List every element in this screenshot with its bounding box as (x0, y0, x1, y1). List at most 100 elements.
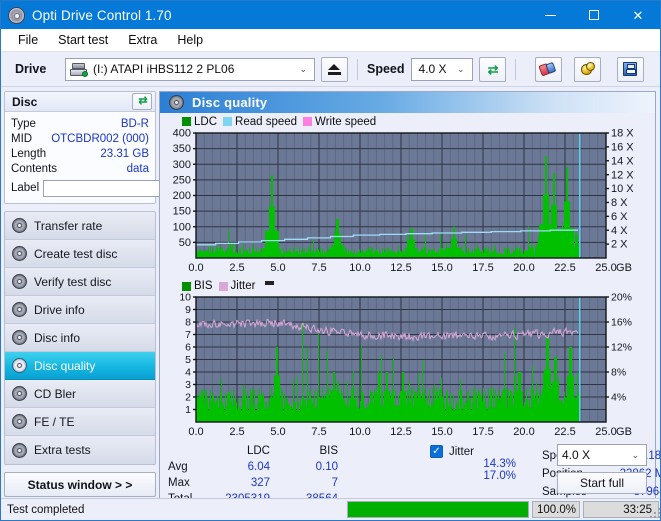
stats-header-bis: BIS (274, 443, 342, 459)
legend-swatch-write-speed (303, 117, 312, 126)
refresh-icon: ⇄ (138, 96, 145, 107)
window-controls: ✕ (528, 1, 660, 29)
svg-text:2.5: 2.5 (229, 262, 244, 274)
resize-grip[interactable] (650, 508, 660, 518)
svg-text:8 X: 8 X (611, 197, 628, 209)
nav-list: Transfer rate Create test disc Verify te… (4, 211, 156, 465)
disc-info-rows: Type BD-R MID OTCBDR002 (000) Length 23.… (5, 112, 155, 203)
svg-text:4: 4 (185, 367, 191, 379)
sidebar-item-disc-info[interactable]: Disc info (5, 324, 155, 352)
sidebar-label: CD Bler (34, 387, 76, 401)
tools-button[interactable] (574, 57, 601, 82)
test-speed-select[interactable]: 4.0 X ⌄ (557, 444, 647, 466)
progress-bar (347, 501, 529, 518)
svg-text:400: 400 (173, 129, 191, 140)
disc-quality-icon (12, 358, 27, 373)
svg-text:5.0: 5.0 (270, 262, 285, 274)
svg-text:350: 350 (173, 143, 191, 155)
legend-label-ldc: LDC (194, 116, 217, 128)
app-disc-icon (8, 7, 25, 24)
svg-text:7: 7 (185, 329, 191, 341)
svg-text:2: 2 (185, 392, 191, 404)
save-icon (623, 62, 637, 76)
disc-create-icon (12, 246, 27, 261)
legend-swatch-bis (182, 282, 191, 291)
speed-select[interactable]: 4.0 X ⌄ (411, 58, 473, 81)
jitter-max-value: 17.0% (430, 470, 516, 482)
disc-panel-header: Disc ⇄ (5, 92, 155, 112)
disc-row-type: Type BD-R (11, 116, 149, 131)
sidebar-item-cd-bler[interactable]: CD Bler (5, 380, 155, 408)
svg-text:2.5: 2.5 (229, 426, 244, 438)
close-button[interactable]: ✕ (616, 1, 660, 29)
eject-button[interactable] (321, 57, 348, 82)
sidebar-label: FE / TE (34, 415, 74, 429)
stats-row-label-avg: Avg (164, 459, 206, 475)
toolbar-divider (357, 59, 358, 80)
disc-transfer-icon (12, 218, 27, 233)
legend-label-bis: BIS (194, 280, 213, 292)
check-icon: ✓ (432, 447, 440, 457)
maximize-button[interactable] (572, 1, 616, 29)
sidebar-label: Disc quality (34, 359, 95, 373)
svg-text:25.0: 25.0 (595, 262, 616, 274)
sidebar-label: Disc info (34, 331, 80, 345)
drive-select[interactable]: (I:) ATAPI iHBS112 2 PL06 ⌄ (65, 58, 315, 81)
sidebar-label: Create test disc (34, 247, 117, 261)
status-window-button[interactable]: Status window > > (4, 472, 156, 497)
sidebar-item-extra-tests[interactable]: Extra tests (5, 436, 155, 464)
svg-text:GB: GB (616, 262, 632, 274)
svg-text:20.0: 20.0 (513, 262, 534, 274)
stats-row-label-max: Max (164, 475, 206, 491)
svg-text:10.0: 10.0 (349, 262, 370, 274)
disc-drive-info-icon (12, 302, 27, 317)
sidebar-item-transfer-rate[interactable]: Transfer rate (5, 212, 155, 240)
sidebar-item-fe-te[interactable]: FE / TE (5, 408, 155, 436)
chevron-down-icon: ⌄ (449, 65, 468, 74)
sidebar-item-drive-info[interactable]: Drive info (5, 296, 155, 324)
svg-text:25.0: 25.0 (595, 426, 616, 438)
svg-text:10: 10 (179, 293, 191, 304)
svg-text:12%: 12% (611, 342, 632, 354)
menu-start-test[interactable]: Start test (49, 31, 117, 49)
sidebar-label: Transfer rate (34, 219, 102, 233)
disc-mid-value: OTCBDR002 (000) (51, 133, 149, 145)
svg-text:2 X: 2 X (611, 239, 628, 251)
progress-fill (348, 502, 528, 517)
sidebar-item-verify-test-disc[interactable]: Verify test disc (5, 268, 155, 296)
svg-text:14 X: 14 X (611, 155, 634, 167)
disc-label-label: Label (11, 182, 39, 194)
eject-icon (328, 64, 341, 75)
jitter-avg-value: 14.3% (430, 458, 516, 470)
ldc-chart[interactable]: 501001502002503003504002 X4 X6 X8 X10 X1… (160, 129, 655, 277)
stats-avg-ldc: 6.04 (206, 459, 274, 475)
sidebar-label: Drive info (34, 303, 85, 317)
bis-jitter-chart[interactable]: 123456789104%8%12%16%20%0.02.55.07.510.0… (160, 293, 655, 441)
minimize-button[interactable] (528, 1, 572, 29)
table-row: Max 327 7 (164, 475, 342, 491)
sidebar: Disc ⇄ Type BD-R MID OTCBDR002 (000) Len… (1, 87, 159, 517)
menu-file[interactable]: File (9, 31, 47, 49)
start-full-button[interactable]: Start full (557, 472, 647, 494)
save-button[interactable] (617, 57, 644, 82)
refresh-speed-button[interactable]: ⇄ (479, 57, 506, 82)
sidebar-item-create-test-disc[interactable]: Create test disc (5, 240, 155, 268)
disc-row-mid: MID OTCBDR002 (000) (11, 131, 149, 146)
jitter-checkbox[interactable]: ✓ (430, 445, 443, 458)
sidebar-item-disc-quality[interactable]: Disc quality (5, 352, 155, 380)
svg-text:22.5: 22.5 (554, 426, 575, 438)
toolbar-divider-2 (515, 59, 516, 80)
legend-swatch-read-speed (223, 117, 232, 126)
body: Disc ⇄ Type BD-R MID OTCBDR002 (000) Len… (1, 87, 660, 517)
svg-text:1: 1 (185, 404, 191, 416)
menu-extra[interactable]: Extra (119, 31, 166, 49)
disc-refresh-button[interactable]: ⇄ (132, 93, 152, 110)
stats-avg-bis: 0.10 (274, 459, 342, 475)
chevron-down-icon: ⌄ (623, 451, 642, 460)
menu-help[interactable]: Help (168, 31, 212, 49)
disc-cd-bler-icon (12, 386, 27, 401)
legend-label-jitter: Jitter (231, 280, 256, 292)
erase-button[interactable] (535, 57, 562, 82)
sidebar-label: Verify test disc (34, 275, 111, 289)
disc-type-value: BD-R (121, 118, 149, 130)
